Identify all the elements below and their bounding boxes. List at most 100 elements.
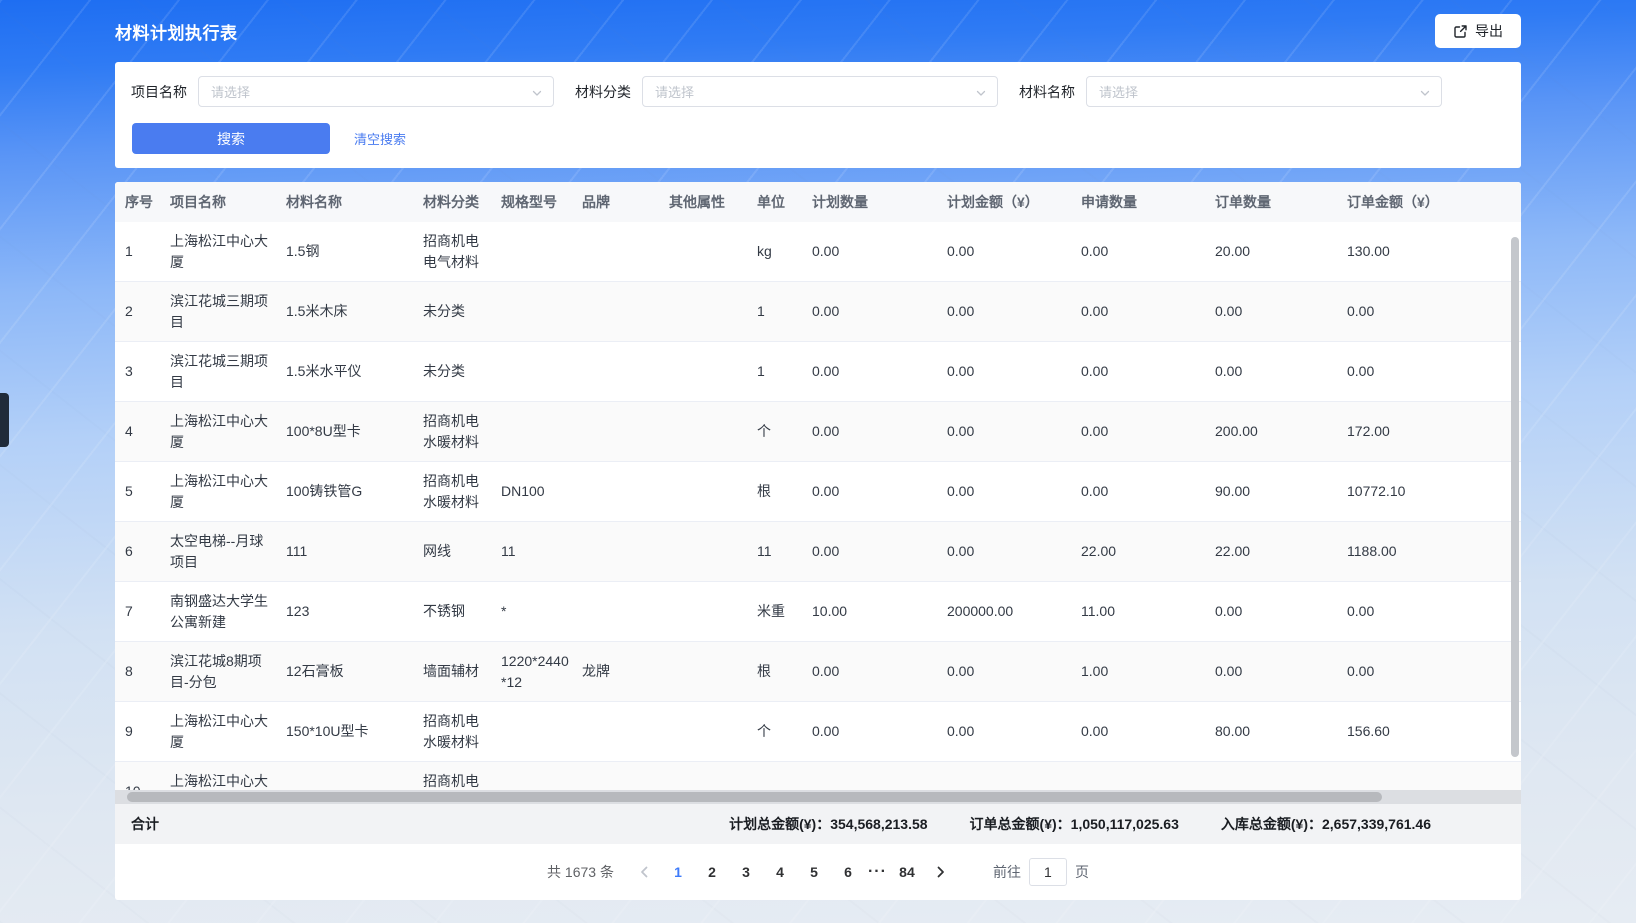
- table-row[interactable]: 1上海松江中心大厦1.5钢招商机电电气材料kg0.000.000.0020.00…: [115, 222, 1521, 282]
- table-row[interactable]: 9上海松江中心大厦150*10U型卡招商机电水暖材料个0.000.000.008…: [115, 702, 1521, 762]
- page-ellipsis[interactable]: ···: [868, 863, 887, 881]
- table-cell: 0.00: [812, 462, 947, 521]
- select-placeholder: 请选择: [211, 82, 250, 101]
- summary-total-item: 入库总金额(¥)：2,657,339,761.46: [1221, 814, 1431, 834]
- clear-search-button[interactable]: 清空搜索: [354, 129, 406, 148]
- table-cell: 招商机电水暖材料: [423, 462, 501, 521]
- table-cell: 1: [757, 282, 812, 341]
- table-cell: 上海松江中心大厦: [170, 702, 286, 761]
- table-cell: 招商机电电气材料: [423, 222, 501, 281]
- summary-total-item: 订单总金额(¥)：1,050,117,025.63: [970, 814, 1179, 834]
- table-cell: 3: [125, 342, 170, 401]
- select-placeholder: 请选择: [1099, 82, 1138, 101]
- table-cell: 130.00: [1347, 222, 1521, 281]
- chevron-down-icon: [1419, 86, 1431, 104]
- table-cell: [286, 762, 423, 790]
- table-cell: 1.5米木床: [286, 282, 423, 341]
- table-cell: [501, 282, 582, 341]
- search-button[interactable]: 搜索: [132, 123, 330, 154]
- table-cell: 个: [757, 402, 812, 461]
- material-name-select[interactable]: 请选择: [1086, 76, 1442, 107]
- table-row[interactable]: 4上海松江中心大厦100*8U型卡招商机电水暖材料个0.000.000.0020…: [115, 402, 1521, 462]
- total-count-text: 共 1673 条: [547, 862, 614, 882]
- table-cell: 200.00: [1215, 402, 1347, 461]
- table-viewport: 序号项目名称材料名称材料分类规格型号品牌其他属性单位计划数量计划金额（¥）申请数…: [115, 182, 1521, 790]
- top-bar: 材料计划执行表 导出: [115, 0, 1521, 62]
- column-header: 订单数量: [1215, 182, 1347, 222]
- goto-page-input[interactable]: [1029, 858, 1067, 886]
- goto-label: 前往: [993, 862, 1021, 882]
- table-cell: 10772.10: [1347, 462, 1521, 521]
- table-cell: [669, 222, 757, 281]
- table-row[interactable]: 7南钢盛达大学生公寓新建123不锈钢*米重10.00200000.0011.00…: [115, 582, 1521, 642]
- table-cell: [582, 462, 669, 521]
- page-number[interactable]: 4: [766, 858, 794, 886]
- table-cell: [669, 282, 757, 341]
- table-cell: 米重: [757, 582, 812, 641]
- sidebar-collapse-handle[interactable]: [0, 393, 9, 447]
- material-category-select[interactable]: 请选择: [642, 76, 998, 107]
- table-cell: 滨江花城8期项目-分包: [170, 642, 286, 701]
- table-cell: 0.00: [812, 522, 947, 581]
- table-cell: 90.00: [1215, 462, 1347, 521]
- export-button[interactable]: 导出: [1435, 14, 1521, 48]
- filter-panel: 项目名称 请选择 材料分类 请选择 材料名称: [115, 62, 1521, 168]
- table-cell: 6: [125, 522, 170, 581]
- table-cell: 招商机电水暖材料: [423, 702, 501, 761]
- table-cell: 0.00: [1081, 282, 1215, 341]
- column-header: 规格型号: [501, 182, 582, 222]
- table-cell: 1188.00: [1347, 522, 1521, 581]
- table-cell: 5: [125, 462, 170, 521]
- table-cell: 0.00: [1081, 702, 1215, 761]
- table-cell: 0.00: [1347, 642, 1521, 701]
- vertical-scrollbar[interactable]: [1511, 237, 1519, 757]
- table-cell: [669, 642, 757, 701]
- table-cell: 0.00: [1347, 582, 1521, 641]
- table-cell: 0.00: [812, 282, 947, 341]
- table-row[interactable]: 2滨江花城三期项目1.5米木床未分类10.000.000.000.000.00: [115, 282, 1521, 342]
- next-page-button[interactable]: [927, 858, 955, 886]
- table-cell: 111: [286, 522, 423, 581]
- table-cell: 0.00: [947, 702, 1081, 761]
- table-cell: [669, 582, 757, 641]
- table-cell: 1: [757, 342, 812, 401]
- table-cell: 滨江花城三期项目: [170, 342, 286, 401]
- export-icon: [1453, 24, 1468, 39]
- horizontal-scrollbar-track[interactable]: [115, 790, 1521, 804]
- column-header: 材料分类: [423, 182, 501, 222]
- prev-page-button[interactable]: [630, 858, 658, 886]
- column-header: 订单金额（¥）: [1347, 182, 1521, 222]
- page-number[interactable]: 6: [834, 858, 862, 886]
- table-cell: 22.00: [1081, 522, 1215, 581]
- page-number[interactable]: 2: [698, 858, 726, 886]
- table-cell: [582, 702, 669, 761]
- page-number[interactable]: 84: [893, 858, 921, 886]
- table-row[interactable]: 8滨江花城8期项目-分包12石膏板墙面辅材1220*2440*12龙牌根0.00…: [115, 642, 1521, 702]
- project-name-select[interactable]: 请选择: [198, 76, 554, 107]
- table-cell: 根: [757, 642, 812, 701]
- table-cell: [669, 342, 757, 401]
- page-number[interactable]: 3: [732, 858, 760, 886]
- table-cell: 11.00: [1081, 582, 1215, 641]
- table-row[interactable]: 3滨江花城三期项目1.5米水平仪未分类10.000.000.000.000.00: [115, 342, 1521, 402]
- table-cell: 200000.00: [947, 582, 1081, 641]
- horizontal-scrollbar-thumb[interactable]: [127, 792, 1382, 802]
- table-cell: 0.00: [947, 402, 1081, 461]
- table-cell: 0.00: [947, 222, 1081, 281]
- table-cell: [582, 222, 669, 281]
- page-number[interactable]: 5: [800, 858, 828, 886]
- table-cell: 100铸铁管G: [286, 462, 423, 521]
- table-cell: 南钢盛达大学生公寓新建: [170, 582, 286, 641]
- table-cell: 2: [125, 282, 170, 341]
- table-row[interactable]: 10上海松江中心大厦招商机电水暖材料: [115, 762, 1521, 790]
- table-cell: [947, 762, 1081, 790]
- column-header: 单位: [757, 182, 812, 222]
- table-cell: [1215, 762, 1347, 790]
- table-row[interactable]: 6太空电梯--月球项目111网线11110.000.0022.0022.0011…: [115, 522, 1521, 582]
- table-row[interactable]: 5上海松江中心大厦100铸铁管G招商机电水暖材料DN100根0.000.000.…: [115, 462, 1521, 522]
- page-number-active[interactable]: 1: [664, 858, 692, 886]
- filter-field-material-category: 材料分类 请选择: [575, 76, 998, 107]
- table-cell: [501, 342, 582, 401]
- table-cell: 7: [125, 582, 170, 641]
- table-cell: 0.00: [812, 342, 947, 401]
